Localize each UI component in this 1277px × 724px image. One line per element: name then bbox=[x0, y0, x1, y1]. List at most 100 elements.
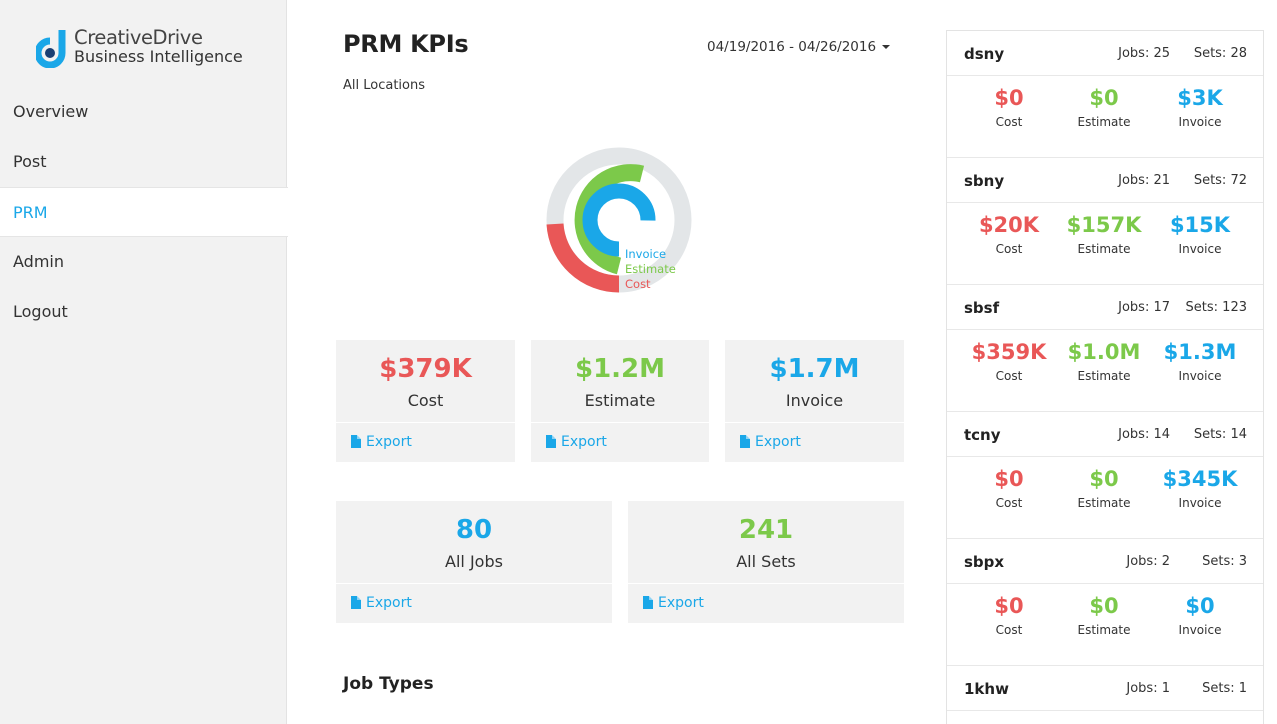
nav-item-logout[interactable]: Logout bbox=[0, 287, 287, 337]
estimate-label: Estimate bbox=[1077, 115, 1131, 129]
date-range-picker[interactable]: 04/19/2016 - 04/26/2016 bbox=[707, 39, 891, 55]
all-sets-label: All Sets bbox=[736, 552, 796, 571]
kpi-estimate-label: Estimate bbox=[584, 391, 656, 410]
location-metrics: $0 Cost $0 Estimate $345K Invoice bbox=[947, 457, 1263, 539]
location-header[interactable]: tcny Jobs: 14 Sets: 14 bbox=[947, 412, 1263, 457]
brand-name: CreativeDrive bbox=[74, 26, 203, 49]
invoice-label: Invoice bbox=[1178, 242, 1222, 256]
export-label: Export bbox=[755, 434, 801, 450]
all-jobs-label: All Jobs bbox=[445, 552, 503, 571]
location-estimate: $157K bbox=[1066, 213, 1142, 237]
kpi-estimate-value: $1.2M bbox=[574, 354, 666, 384]
estimate-label: Estimate bbox=[1077, 496, 1131, 510]
export-label: Export bbox=[366, 434, 412, 450]
location-filter-label: All Locations bbox=[343, 78, 426, 93]
location-metrics: $20K Cost $157K Estimate $15K Invoice bbox=[947, 203, 1263, 285]
count-card-jobs: 80 All Jobs Export bbox=[336, 501, 612, 623]
export-estimate-link[interactable]: Export bbox=[546, 434, 607, 450]
location-sets: Sets: 3 bbox=[1202, 554, 1247, 569]
locations-panel: dsny Jobs: 25 Sets: 28 $0 Cost $0 Estimate… bbox=[946, 30, 1264, 724]
legend-estimate: Estimate bbox=[625, 262, 676, 276]
location-metrics: $0 Cost $0 Estimate $0 Invoice bbox=[947, 584, 1263, 666]
location-header[interactable]: sbpx Jobs: 2 Sets: 3 bbox=[947, 539, 1263, 584]
location-jobs: Jobs: 14 bbox=[1118, 427, 1170, 442]
export-label: Export bbox=[658, 595, 704, 611]
location-sets: Sets: 72 bbox=[1193, 173, 1247, 188]
location-name: sbny bbox=[964, 172, 1005, 190]
brand-tagline: Business Intelligence bbox=[74, 47, 243, 66]
cost-label: Cost bbox=[995, 115, 1023, 129]
export-label: Export bbox=[561, 434, 607, 450]
location-header[interactable]: sbsf Jobs: 17 Sets: 123 bbox=[947, 285, 1263, 330]
location-estimate: $0 bbox=[1089, 86, 1119, 110]
location-header[interactable]: sbny Jobs: 21 Sets: 72 bbox=[947, 158, 1263, 203]
location-invoice: $3K bbox=[1177, 86, 1223, 110]
location-invoice: $15K bbox=[1169, 213, 1231, 237]
export-file-icon bbox=[351, 435, 361, 448]
estimate-label: Estimate bbox=[1077, 242, 1131, 256]
export-jobs-link[interactable]: Export bbox=[351, 595, 412, 611]
location-header[interactable]: 1khw Jobs: 1 Sets: 1 bbox=[947, 666, 1263, 711]
nav-item-admin[interactable]: Admin bbox=[0, 237, 287, 287]
main-content: PRM KPIs All Locations 04/19/2016 - 04/2… bbox=[288, 0, 928, 724]
export-invoice-link[interactable]: Export bbox=[740, 434, 801, 450]
location-sets: Sets: 1 bbox=[1202, 681, 1247, 696]
location-invoice: $1.3M bbox=[1163, 340, 1237, 364]
location-invoice: $0 bbox=[1185, 594, 1215, 618]
location-cost: $0 bbox=[994, 86, 1024, 110]
estimate-label: Estimate bbox=[1077, 623, 1131, 637]
location-name: sbsf bbox=[964, 299, 1000, 317]
location-header[interactable]: dsny Jobs: 25 Sets: 28 bbox=[947, 31, 1263, 76]
location-sets: Sets: 28 bbox=[1193, 46, 1247, 61]
location-jobs: Jobs: 17 bbox=[1118, 300, 1170, 315]
export-file-icon bbox=[351, 596, 361, 609]
count-card-sets: 241 All Sets Export bbox=[628, 501, 904, 623]
all-sets-value: 241 bbox=[738, 515, 794, 545]
kpi-card-invoice: $1.7M Invoice Export bbox=[725, 340, 904, 462]
nav-item-post[interactable]: Post bbox=[0, 137, 287, 187]
location-estimate: $1.0M bbox=[1067, 340, 1141, 364]
kpi-cost-label: Cost bbox=[407, 391, 444, 410]
location-name: dsny bbox=[964, 45, 1005, 63]
caret-down-icon bbox=[882, 45, 891, 49]
location-jobs: Jobs: 25 bbox=[1118, 46, 1170, 61]
export-sets-link[interactable]: Export bbox=[643, 595, 704, 611]
brand-logo[interactable]: CreativeDrive Business Intelligence bbox=[36, 28, 266, 72]
date-range-text: 04/19/2016 - 04/26/2016 bbox=[707, 39, 877, 55]
location-invoice: $345K bbox=[1162, 467, 1238, 491]
location-jobs: Jobs: 21 bbox=[1118, 173, 1170, 188]
sidebar-nav: Overview Post PRM Admin Logout bbox=[0, 87, 288, 337]
export-cost-link[interactable]: Export bbox=[351, 434, 412, 450]
location-cost: $359K bbox=[971, 340, 1047, 364]
export-file-icon bbox=[546, 435, 556, 448]
kpi-card-estimate: $1.2M Estimate Export bbox=[531, 340, 709, 462]
cost-label: Cost bbox=[995, 369, 1023, 383]
legend-invoice: Invoice bbox=[625, 247, 667, 261]
location-cost: $20K bbox=[978, 213, 1040, 237]
kpi-cost-value: $379K bbox=[379, 354, 472, 384]
location-cost: $0 bbox=[994, 594, 1024, 618]
export-file-icon bbox=[740, 435, 750, 448]
page-title: PRM KPIs bbox=[343, 30, 469, 58]
location-cost: $0 bbox=[994, 467, 1024, 491]
sidebar: CreativeDrive Business Intelligence Over… bbox=[0, 0, 288, 724]
legend-cost: Cost bbox=[625, 277, 651, 291]
location-estimate: $0 bbox=[1089, 467, 1119, 491]
location-estimate: $0 bbox=[1089, 594, 1119, 618]
location-jobs: Jobs: 2 bbox=[1126, 554, 1170, 569]
cost-label: Cost bbox=[995, 623, 1023, 637]
invoice-label: Invoice bbox=[1178, 496, 1222, 510]
location-metrics: $359K Cost $1.0M Estimate $1.3M Invoice bbox=[947, 330, 1263, 412]
kpi-invoice-label: Invoice bbox=[785, 391, 844, 410]
all-jobs-value: 80 bbox=[455, 515, 493, 545]
location-name: tcny bbox=[964, 426, 1001, 444]
kpi-card-cost: $379K Cost Export bbox=[336, 340, 515, 462]
location-name: sbpx bbox=[964, 553, 1005, 571]
invoice-label: Invoice bbox=[1178, 369, 1222, 383]
estimate-label: Estimate bbox=[1077, 369, 1131, 383]
cost-label: Cost bbox=[995, 496, 1023, 510]
nav-item-prm[interactable]: PRM bbox=[0, 187, 288, 237]
kpi-invoice-value: $1.7M bbox=[769, 354, 860, 384]
nav-item-overview[interactable]: Overview bbox=[0, 87, 287, 137]
donut-legend: Invoice Estimate Cost bbox=[625, 247, 676, 292]
